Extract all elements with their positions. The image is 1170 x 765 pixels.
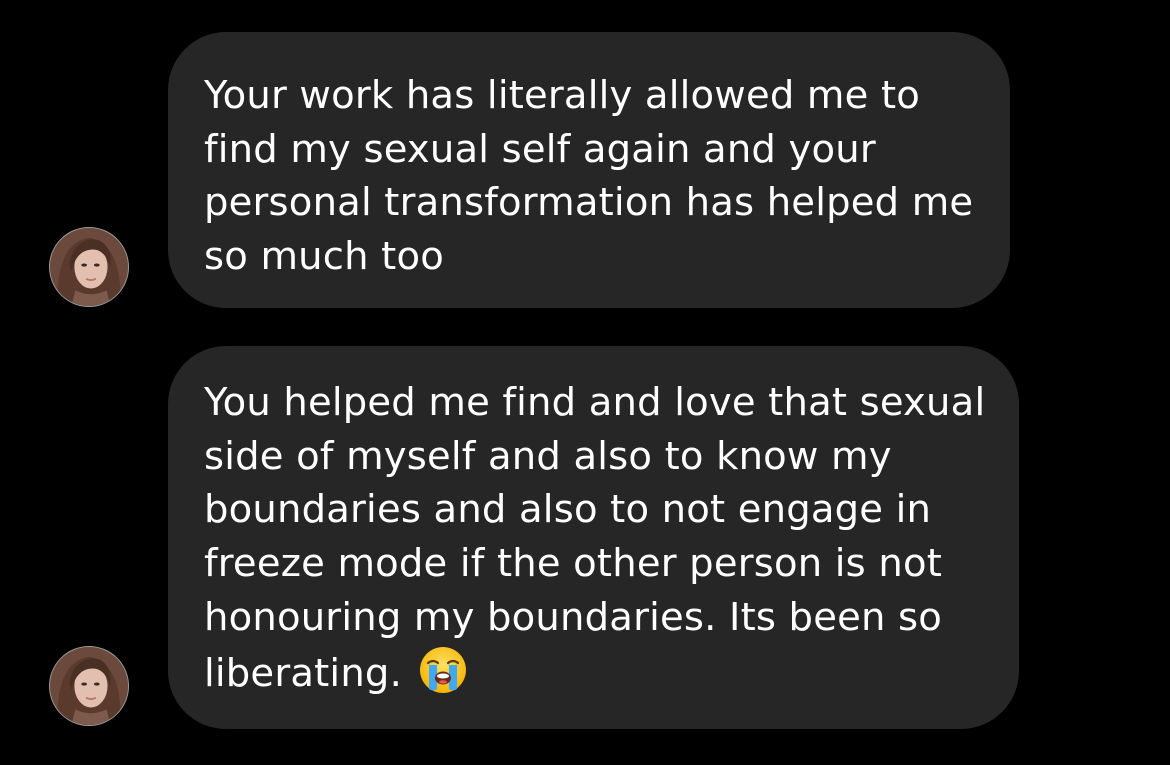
avatar-photo-icon [50, 228, 128, 306]
message-text-line: boundaries and also to not engage in [204, 487, 932, 533]
message-text-line: side of myself and also to know my [204, 433, 892, 479]
sender-avatar[interactable] [49, 227, 129, 307]
message-text-line: personal transformation has helped me [204, 180, 974, 226]
avatar-photo-icon [50, 647, 128, 725]
message-text-line: find my sexual self again and your [204, 126, 876, 172]
sender-avatar[interactable] [49, 646, 129, 726]
message-text-line-last: liberating. [204, 645, 1019, 701]
message-bubble[interactable]: Your work has literally allowed me to fi… [168, 32, 1010, 308]
message-text-line: You helped me find and love that sexual [204, 380, 986, 425]
message-text-line: freeze mode if the other person is not [204, 541, 943, 587]
loudly-crying-face-icon [418, 645, 468, 695]
message-text-line: so much too [204, 234, 444, 280]
message-text-line: honouring my boundaries. Its been so [204, 594, 943, 640]
message-thread: Your work has literally allowed me to fi… [0, 0, 1170, 765]
message-text: liberating. [204, 650, 403, 696]
message-bubble[interactable]: You helped me find and love that sexual … [168, 346, 1019, 729]
message-text-line: Your work has literally allowed me to [204, 73, 921, 118]
